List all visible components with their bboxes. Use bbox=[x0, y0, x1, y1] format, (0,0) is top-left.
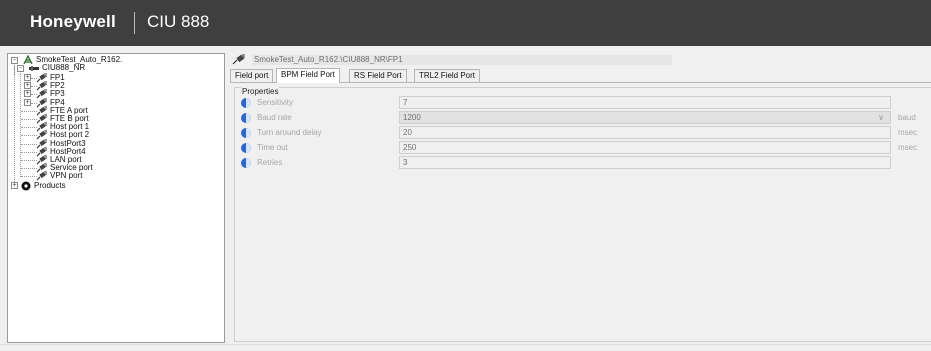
sensitivity-field[interactable]: 7 bbox=[399, 96, 891, 109]
tree-connector bbox=[21, 144, 37, 145]
tree-connector bbox=[21, 152, 37, 153]
app-header: Honeywell CIU 888 bbox=[0, 0, 931, 46]
property-label: Baud rate bbox=[257, 113, 292, 122]
tree-connector bbox=[21, 135, 37, 136]
info-icon bbox=[241, 158, 251, 168]
tree-node-label: CIU888_NR bbox=[42, 63, 86, 72]
property-label: Turn around delay bbox=[257, 128, 322, 137]
tree-connector bbox=[21, 176, 37, 177]
port-plug-icon bbox=[36, 171, 48, 181]
tab-trl2-field-port[interactable]: TRL2 Field Port bbox=[414, 69, 481, 82]
expand-toggle[interactable]: + bbox=[24, 74, 31, 81]
info-icon bbox=[241, 143, 251, 153]
tree-node-label: VPN port bbox=[50, 171, 83, 180]
property-row-retries: Retries 3 bbox=[235, 156, 931, 170]
port-plug-icon bbox=[232, 54, 245, 65]
brand-divider bbox=[134, 12, 135, 34]
properties-title: Properties bbox=[241, 87, 280, 96]
property-row-baud-rate: Baud rate 1200 ∨ baud bbox=[235, 111, 931, 125]
expand-toggle[interactable]: + bbox=[24, 90, 31, 97]
property-unit: msec bbox=[898, 143, 918, 152]
chevron-down-icon[interactable]: ∨ bbox=[878, 112, 884, 123]
property-label: Time out bbox=[257, 143, 288, 152]
properties-group: Properties Sensitivity 7 Baud rate 1200 ∨ bau… bbox=[234, 87, 931, 342]
products-icon bbox=[20, 181, 32, 191]
object-path: SmokeTest_Auto_R162.\CIU888_NR\FP1 bbox=[252, 55, 672, 65]
property-row-sensitivity: Sensitivity 7 bbox=[235, 96, 931, 110]
info-icon bbox=[241, 98, 251, 108]
property-row-turn-around-delay: Turn around delay 20 msec bbox=[235, 126, 931, 140]
expand-toggle[interactable]: + bbox=[11, 182, 18, 189]
turn-around-delay-field[interactable]: 20 bbox=[399, 126, 891, 139]
tab-content: Properties Sensitivity 7 Baud rate 1200 ∨ bau… bbox=[230, 82, 931, 344]
tree-connector bbox=[20, 73, 21, 178]
property-label: Retries bbox=[257, 158, 283, 167]
path-bar: SmokeTest_Auto_R162.\CIU888_NR\FP1 bbox=[230, 53, 931, 67]
tree-connector bbox=[21, 127, 37, 128]
tree-connector bbox=[21, 111, 37, 112]
property-value: 7 bbox=[403, 98, 408, 107]
baud-rate-dropdown[interactable]: 1200 ∨ bbox=[399, 111, 891, 124]
tab-strip: Field port BPM Field Port RS Field Port TRL… bbox=[230, 68, 931, 83]
property-unit: msec bbox=[898, 128, 918, 137]
expand-toggle[interactable]: + bbox=[24, 82, 31, 89]
time-out-field[interactable]: 250 bbox=[399, 141, 891, 154]
tree-node-label: Products bbox=[34, 181, 66, 190]
property-value: 1200 bbox=[403, 113, 421, 122]
property-value: 3 bbox=[403, 158, 408, 167]
tab-bpm-field-port[interactable]: BPM Field Port bbox=[276, 68, 340, 83]
controller-icon bbox=[28, 63, 40, 73]
info-icon bbox=[241, 128, 251, 138]
details-panel: SmokeTest_Auto_R162.\CIU888_NR\FP1 Field… bbox=[230, 53, 931, 344]
tab-rs-field-port[interactable]: RS Field Port bbox=[349, 69, 407, 82]
property-value: 20 bbox=[403, 128, 412, 137]
retries-field[interactable]: 3 bbox=[399, 156, 891, 169]
property-value: 250 bbox=[403, 143, 417, 152]
product-name: CIU 888 bbox=[147, 12, 210, 31]
tree-connector bbox=[21, 168, 37, 169]
property-label: Sensitivity bbox=[257, 98, 294, 107]
tab-field-port[interactable]: Field port bbox=[230, 69, 274, 82]
collapse-toggle[interactable]: - bbox=[11, 57, 18, 64]
expand-toggle[interactable]: + bbox=[24, 99, 31, 106]
tree-connector bbox=[21, 160, 37, 161]
collapse-toggle[interactable]: - bbox=[17, 65, 24, 72]
tree-connector bbox=[14, 65, 15, 186]
navigation-tree[interactable]: - SmokeTest_Auto_R162. - CIU888_NR + FP1 + FP2 +… bbox=[7, 53, 225, 343]
brand-logo: Honeywell bbox=[30, 12, 116, 31]
tree-connector bbox=[21, 119, 37, 120]
status-strip bbox=[0, 344, 931, 351]
property-row-time-out: Time out 250 msec bbox=[235, 141, 931, 155]
property-unit: baud bbox=[898, 113, 916, 122]
info-icon bbox=[241, 113, 251, 123]
